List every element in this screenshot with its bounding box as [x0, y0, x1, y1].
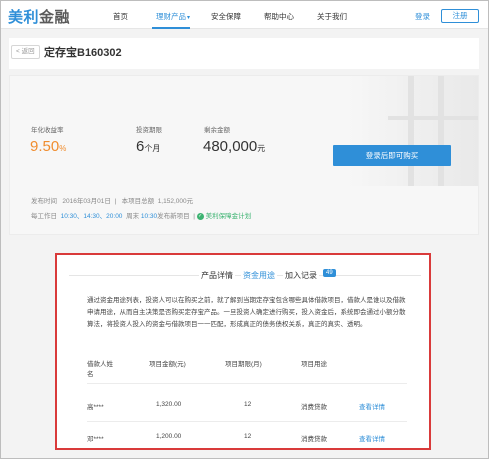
- register-button[interactable]: 注册: [441, 9, 479, 23]
- rate-unit: %: [59, 144, 67, 153]
- product-title: 定存宝B160302: [44, 47, 122, 59]
- daily-times: 10:30、14:30、20:00: [60, 213, 123, 220]
- nav-products[interactable]: 理财产品▾: [156, 11, 190, 22]
- nav-active-underline: [152, 27, 190, 29]
- total-label: 本项目总额: [121, 198, 155, 205]
- detail-panel: 产品详情 资金用途 加入记录 49 通过资金用途列表，投资人可以在购买之前，就了…: [55, 253, 431, 450]
- row1-amount: 1,320.00: [156, 401, 182, 408]
- row2-amount: 1,200.00: [156, 433, 182, 440]
- column-header-purpose: 项目用途: [301, 361, 327, 368]
- chevron-down-icon: ▾: [187, 15, 191, 21]
- login-link[interactable]: 登录: [415, 11, 430, 22]
- amount-label: 剩余金额: [204, 127, 230, 134]
- period-unit: 个月: [144, 144, 161, 153]
- tab-join-records[interactable]: 加入记录: [283, 270, 319, 281]
- row2-details-link[interactable]: 查看详情: [359, 433, 385, 443]
- period-label: 投资期限: [136, 127, 162, 134]
- rate-label: 年化收益率: [31, 127, 64, 134]
- weekend-suffix: 发布新项目: [157, 213, 190, 220]
- row1-details-link[interactable]: 查看详情: [359, 401, 385, 411]
- row-divider: [87, 421, 407, 422]
- rate-number: 9.50: [30, 138, 60, 155]
- top-header: 美利金融 首页 理财产品▾ 安全保障 帮助中心 关于我们 登录 注册: [1, 1, 488, 29]
- nav-about[interactable]: 关于我们: [317, 11, 347, 22]
- product-title-bar: < 返回 定存宝B160302: [9, 38, 479, 69]
- tab-product-details[interactable]: 产品详情: [199, 270, 235, 281]
- join-count-badge: 49: [323, 269, 336, 277]
- amount-value: 480,000元: [203, 138, 265, 155]
- row2-borrower: 邓****: [87, 436, 104, 443]
- logo-text-part2: 金融: [39, 9, 71, 26]
- publish-info: 发布时间 2016年03月01日 | 本项目总额 1,152,000元: [31, 198, 194, 205]
- nav-security[interactable]: 安全保障: [211, 11, 241, 22]
- logo[interactable]: 美利金融: [8, 6, 70, 27]
- product-summary: 年化收益率 9.50% 投资期限 6个月 剩余金额 480,000元 登录后即可…: [9, 75, 479, 235]
- column-header-borrower: 借款人姓名: [87, 361, 113, 378]
- daily-label: 每工作日: [31, 213, 57, 220]
- decorative-background: [348, 76, 478, 186]
- publish-date: 2016年03月01日: [62, 198, 111, 205]
- amount-number: 480,000: [203, 138, 258, 155]
- rate-value: 9.50%: [30, 138, 66, 155]
- release-schedule: 每工作日 10:30、14:30、20:00 周末 10:30发布新项目 | ✓…: [31, 212, 252, 220]
- period-value: 6个月: [136, 138, 160, 155]
- column-header-amount: 项目金额(元): [149, 361, 186, 368]
- weekend-time: 10:30: [140, 213, 158, 220]
- row-divider: [87, 383, 407, 384]
- fund-usage-description: 通过资金用途列表，投资人可以在购买之前，就了解到当期定存宝包含哪些具体借款项目，…: [87, 297, 406, 328]
- logo-text-part1: 美利: [8, 9, 40, 26]
- weekend-label: 周末: [126, 213, 140, 220]
- shield-check-icon: ✓: [196, 212, 204, 220]
- column-header-term: 项目期限(月): [225, 361, 262, 368]
- login-to-buy-button[interactable]: 登录后即可购买: [333, 145, 451, 166]
- row2-term: 12: [244, 433, 252, 440]
- nav-products-label: 理财产品: [156, 12, 186, 21]
- nav-help[interactable]: 帮助中心: [264, 11, 294, 22]
- guarantee-link[interactable]: 美利保障金计划: [206, 213, 252, 220]
- row1-borrower: 高****: [87, 404, 104, 411]
- row1-purpose: 消费贷款: [301, 404, 327, 411]
- row1-term: 12: [244, 401, 252, 408]
- nav-home[interactable]: 首页: [113, 11, 128, 22]
- amount-unit: 元: [257, 144, 266, 153]
- tab-fund-usage[interactable]: 资金用途: [241, 270, 277, 281]
- row2-purpose: 消费贷款: [301, 436, 327, 443]
- total-value: 1,152,000元: [157, 198, 194, 205]
- publish-label: 发布时间: [31, 198, 57, 205]
- back-button[interactable]: < 返回: [11, 45, 40, 59]
